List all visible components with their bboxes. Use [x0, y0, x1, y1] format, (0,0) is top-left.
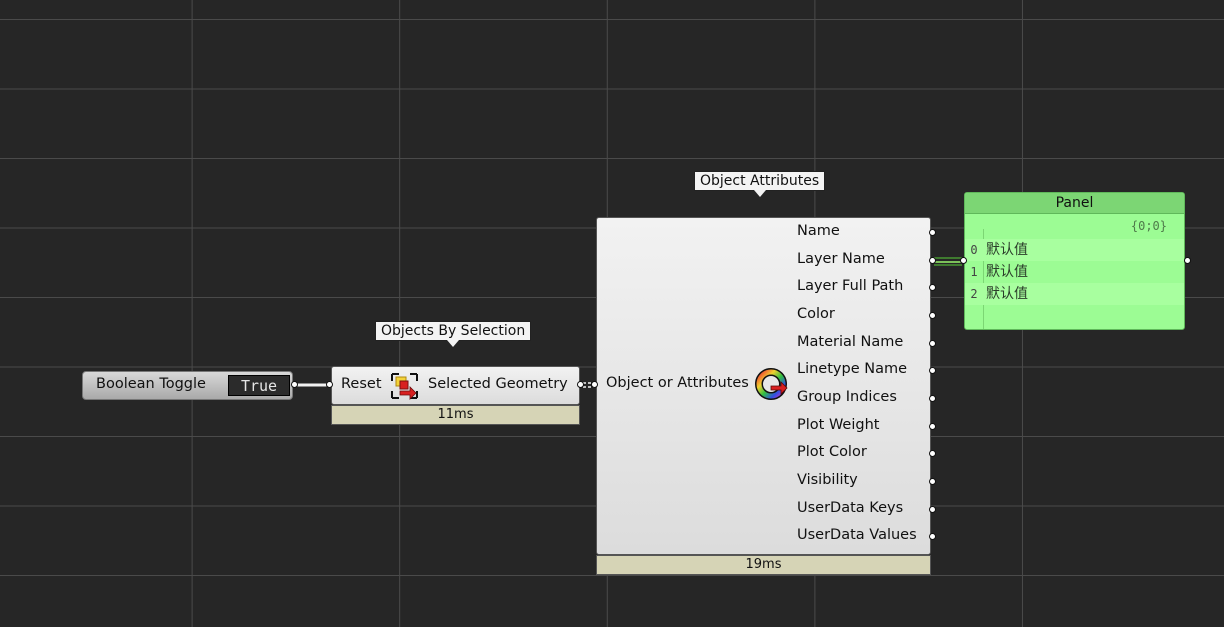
output-grip-material-name[interactable]	[929, 340, 936, 347]
boolean-toggle-value[interactable]: True	[228, 375, 290, 396]
output-grip-userdata-keys[interactable]	[929, 506, 936, 513]
output-linetype-name: Linetype Name	[797, 361, 907, 377]
object-or-attributes-input-grip[interactable]	[591, 381, 598, 388]
attributes-ring-icon	[755, 368, 789, 402]
output-grip-name[interactable]	[929, 229, 936, 236]
output-grip-layer-name[interactable]	[929, 257, 936, 264]
output-grip-linetype-name[interactable]	[929, 367, 936, 374]
output-group-indices: Group Indices	[797, 389, 897, 405]
panel-row-index: 2	[970, 287, 978, 301]
output-userdata-values: UserData Values	[797, 527, 917, 543]
output-grip-color[interactable]	[929, 312, 936, 319]
boolean-toggle[interactable]: Boolean Toggle True	[82, 371, 293, 400]
output-plot-color: Plot Color	[797, 444, 867, 460]
object-or-attributes-input-label: Object or Attributes	[606, 375, 749, 391]
object-attributes-tooltip: Object Attributes	[694, 171, 826, 197]
objects-by-selection-timing: 11ms	[331, 405, 580, 425]
selected-geometry-output-grip[interactable]	[577, 381, 584, 388]
boolean-toggle-output-grip[interactable]	[291, 381, 298, 388]
panel-row: 2 默认值	[965, 283, 1184, 305]
output-grip-userdata-values[interactable]	[929, 533, 936, 540]
panel-output-grip[interactable]	[1184, 257, 1191, 264]
panel-row-value: 默认值	[986, 286, 1028, 302]
object-attributes-node[interactable]: Object or Attributes Name Layer Name Lay…	[596, 217, 931, 555]
output-layer-full-path: Layer Full Path	[797, 278, 904, 294]
output-grip-visibility[interactable]	[929, 478, 936, 485]
boolean-toggle-label: Boolean Toggle	[96, 376, 206, 392]
panel-branch-path: {0;0}	[1130, 219, 1167, 233]
output-grip-plot-color[interactable]	[929, 450, 936, 457]
objects-by-selection-node[interactable]: Reset Selected Geometry	[331, 366, 580, 405]
output-grip-group-indices[interactable]	[929, 395, 936, 402]
output-grip-layer-full-path[interactable]	[929, 284, 936, 291]
panel-node[interactable]: Panel {0;0} 0 默认值 1 默认值 2 默认值	[964, 192, 1185, 330]
panel-row: 1 默认值	[965, 261, 1184, 283]
output-color: Color	[797, 306, 835, 322]
output-grip-plot-weight[interactable]	[929, 423, 936, 430]
panel-row: 0 默认值	[965, 239, 1184, 261]
geometry-selection-icon	[389, 371, 420, 401]
panel-row-value: 默认值	[986, 264, 1028, 280]
output-name: Name	[797, 223, 840, 239]
selected-geometry-output-label: Selected Geometry	[428, 376, 568, 392]
output-userdata-keys: UserData Keys	[797, 500, 904, 516]
reset-input-label: Reset	[341, 376, 382, 392]
output-plot-weight: Plot Weight	[797, 417, 880, 433]
output-visibility: Visibility	[797, 472, 858, 488]
object-attributes-timing: 19ms	[596, 555, 931, 575]
objects-by-selection-tooltip: Objects By Selection	[375, 321, 532, 347]
panel-row-index: 1	[970, 265, 978, 279]
panel-row-value: 默认值	[986, 242, 1028, 258]
panel-input-grip[interactable]	[960, 257, 967, 264]
output-material-name: Material Name	[797, 334, 904, 350]
panel-title: Panel	[965, 193, 1184, 214]
reset-input-grip[interactable]	[326, 381, 333, 388]
panel-row-index: 0	[970, 243, 978, 257]
output-layer-name: Layer Name	[797, 251, 885, 267]
